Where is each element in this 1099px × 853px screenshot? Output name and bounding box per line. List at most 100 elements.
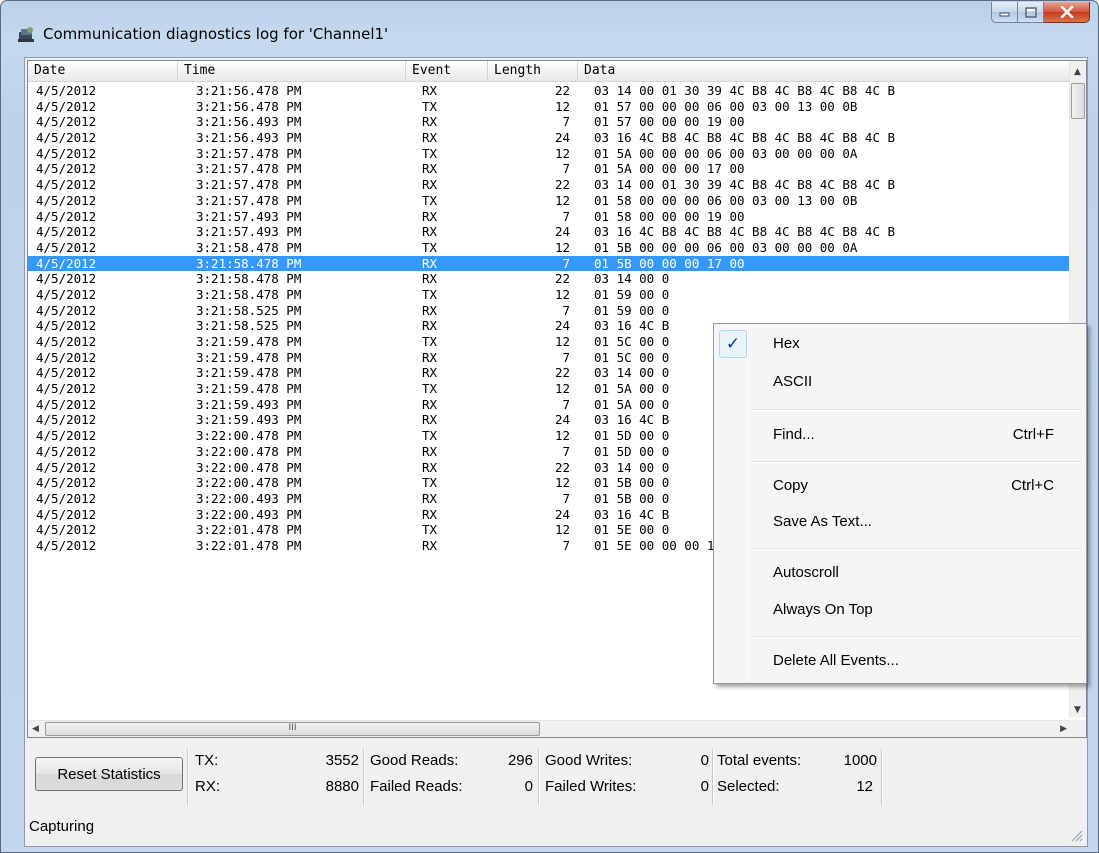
scroll-thumb-grip: III [288, 723, 297, 733]
table-row[interactable]: 4/5/2012 3:21:56.478 PM TX 12 01 57 00 00 00… [28, 99, 1072, 115]
scroll-right-arrow-icon[interactable]: ▶ [1060, 724, 1067, 734]
cell-time: 3:21:59.478 PM [196, 334, 302, 349]
menu-item-autoscroll[interactable]: Autoscroll [716, 557, 1084, 589]
title-bar[interactable]: Communication diagnostics log for 'Chann… [1, 1, 1098, 53]
divider [363, 749, 365, 805]
table-row[interactable]: 4/5/2012 3:21:57.478 PM TX 12 01 5A 00 00 00… [28, 146, 1072, 162]
rx-value: 8880 [325, 778, 359, 795]
cell-event: RX [422, 114, 438, 130]
column-header-length[interactable]: Length [488, 61, 578, 82]
cell-time: 3:22:00.493 PM [196, 506, 302, 522]
total-events-label: Total events: [717, 752, 802, 769]
table-row[interactable]: 4/5/2012 3:21:58.525 PM RX 7 01 59 00 0 [28, 303, 1072, 319]
cell-date: 4/5/2012 [36, 428, 97, 444]
table-row-selected[interactable]: 4/5/2012 3:21:58.478 PM RX 7 01 5B 00 00 00 … [28, 255, 1072, 272]
menu-item-find[interactable]: Find... Ctrl+F [716, 419, 1084, 451]
table-row[interactable]: 4/5/2012 3:21:56.493 PM RX 7 01 57 00 00 00 … [28, 114, 1072, 130]
table-row[interactable]: 4/5/2012 3:21:56.493 PM RX 24 03 16 4C B8 4C… [28, 130, 1072, 146]
menu-item-label: Hex [773, 335, 800, 352]
scroll-down-arrow-icon[interactable]: ▼ [1074, 705, 1081, 715]
cell-length: 24 [554, 318, 570, 334]
table-row[interactable]: 4/5/2012 3:21:58.478 PM RX 22 03 14 00 0 [28, 271, 1072, 287]
checkmark-icon: ✓ [719, 330, 747, 358]
failed-writes-value: 0 [700, 778, 709, 795]
menu-item-ascii[interactable]: ASCII [716, 366, 1084, 398]
cell-length: 12 [554, 192, 570, 208]
cell-length: 22 [554, 365, 570, 381]
cell-time: 3:21:56.493 PM [196, 130, 302, 146]
minimize-button[interactable] [991, 2, 1018, 23]
resize-grip-icon[interactable] [1069, 828, 1083, 842]
cell-date: 4/5/2012 [36, 145, 97, 161]
cell-date: 4/5/2012 [36, 130, 97, 146]
status-bar: Capturing [27, 810, 1085, 844]
table-row[interactable]: 4/5/2012 3:21:57.493 PM RX 24 03 16 4C B8 4C… [28, 224, 1072, 240]
cell-time: 3:21:57.478 PM [196, 177, 302, 193]
cell-event: TX [422, 239, 438, 255]
divider [712, 749, 714, 805]
cell-time: 3:21:57.478 PM [196, 161, 302, 177]
table-row[interactable]: 4/5/2012 3:21:58.478 PM TX 12 01 5B 00 00 00… [28, 240, 1072, 256]
cell-time: 3:21:57.493 PM [196, 208, 302, 224]
context-menu: ✓ Hex ASCII Find... Ctrl+F Copy Ctrl+C S… [713, 323, 1087, 684]
cell-date: 4/5/2012 [36, 286, 97, 302]
cell-time: 3:21:58.525 PM [196, 318, 302, 334]
menu-item-delete-all-events[interactable]: Delete All Events... [716, 645, 1084, 677]
column-header-event[interactable]: Event [406, 61, 488, 82]
cell-date: 4/5/2012 [36, 302, 97, 318]
cell-event: RX [422, 506, 438, 522]
cell-date: 4/5/2012 [36, 365, 97, 381]
menu-item-save-as-text[interactable]: Save As Text... [716, 506, 1084, 538]
cell-time: 3:21:59.478 PM [196, 381, 302, 397]
column-header-date[interactable]: Date [28, 61, 178, 82]
cell-length: 7 [562, 443, 570, 459]
cell-length: 7 [562, 537, 570, 553]
vertical-scroll-thumb[interactable] [1071, 83, 1085, 119]
table-row[interactable]: 4/5/2012 3:21:57.478 PM RX 7 01 5A 00 00 00 … [28, 161, 1072, 177]
menu-item-hex[interactable]: ✓ Hex [716, 328, 1084, 360]
cell-length: 12 [554, 475, 570, 491]
table-row[interactable]: 4/5/2012 3:21:57.478 PM TX 12 01 58 00 00 00… [28, 193, 1072, 209]
cell-event: TX [422, 428, 438, 444]
cell-event: TX [422, 98, 438, 114]
cell-time: 3:22:00.478 PM [196, 443, 302, 459]
scroll-left-arrow-icon[interactable]: ◀ [32, 724, 39, 734]
cell-event: RX [422, 161, 438, 177]
menu-item-copy[interactable]: Copy Ctrl+C [716, 470, 1084, 502]
cell-data: 03 14 00 01 30 39 4C B8 4C B8 4C B8 4C B [594, 177, 896, 193]
cell-date: 4/5/2012 [36, 239, 97, 255]
close-button[interactable] [1044, 2, 1090, 23]
maximize-button[interactable] [1018, 2, 1044, 23]
cell-data: 01 5B 00 00 00 06 00 03 00 00 00 0A [594, 239, 858, 255]
cell-date: 4/5/2012 [36, 396, 97, 412]
cell-date: 4/5/2012 [36, 98, 97, 114]
scroll-up-arrow-icon[interactable]: ▲ [1074, 67, 1081, 77]
table-row[interactable]: 4/5/2012 3:21:57.478 PM RX 22 03 14 00 01 30… [28, 177, 1072, 193]
table-row[interactable]: 4/5/2012 3:21:57.493 PM RX 7 01 58 00 00 00 … [28, 209, 1072, 225]
cell-data: 01 57 00 00 00 06 00 03 00 13 00 0B [594, 98, 858, 114]
cell-length: 7 [562, 255, 570, 271]
horizontal-scroll-thumb[interactable]: III [45, 722, 540, 736]
cell-length: 24 [554, 130, 570, 146]
cell-time: 3:21:57.478 PM [196, 145, 302, 161]
menu-item-always-on-top[interactable]: Always On Top [716, 594, 1084, 626]
reset-statistics-button[interactable]: Reset Statistics [35, 757, 183, 791]
cell-length: 7 [562, 490, 570, 506]
maximize-icon [1024, 6, 1037, 18]
cell-time: 3:21:56.478 PM [196, 83, 302, 98]
cell-time: 3:22:00.478 PM [196, 459, 302, 475]
menu-item-label: Always On Top [773, 601, 873, 618]
cell-time: 3:21:58.525 PM [196, 302, 302, 318]
table-row[interactable]: 4/5/2012 3:21:56.478 PM RX 22 03 14 00 01 30… [28, 83, 1072, 99]
table-row[interactable]: 4/5/2012 3:21:58.478 PM TX 12 01 59 00 0 [28, 287, 1072, 303]
total-events-value: 1000 [843, 752, 877, 769]
cell-event: RX [422, 224, 438, 240]
good-writes-value: 0 [700, 752, 709, 769]
divider [187, 749, 189, 805]
cell-time: 3:21:58.478 PM [196, 271, 302, 287]
cell-date: 4/5/2012 [36, 114, 97, 130]
column-header-data[interactable]: Data [578, 61, 1072, 82]
cell-date: 4/5/2012 [36, 224, 97, 240]
column-header-time[interactable]: Time [178, 61, 406, 82]
horizontal-scrollbar[interactable]: ◀ III ▶ [28, 720, 1071, 737]
